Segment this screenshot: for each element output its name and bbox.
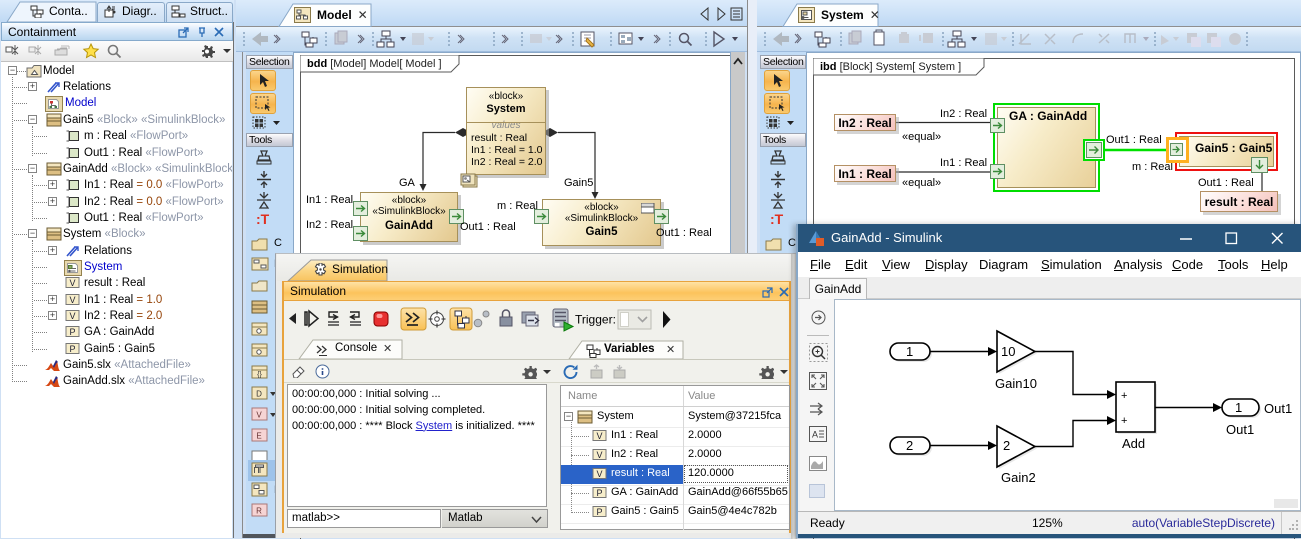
svg-text:V: V [596,469,602,479]
svg-text:A: A [812,430,818,440]
svg-text:Out1: Out1 [1226,422,1254,437]
svg-text:V: V [69,295,75,305]
svg-text:Add: Add [1122,436,1145,451]
svg-text:P: P [596,488,602,498]
svg-text:P: P [69,327,75,337]
svg-text:V: V [69,311,75,321]
svg-text:V: V [256,411,262,420]
svg-text:1: 1 [1235,400,1242,415]
svg-text:P: P [69,344,75,354]
svg-text:10: 10 [1001,344,1015,359]
svg-text:Gain2: Gain2 [1001,470,1036,485]
svg-text:2: 2 [906,438,913,453]
svg-text:+: + [1121,390,1127,402]
svg-text:V: V [69,278,75,288]
svg-text:E: E [256,432,261,441]
svg-text:1: 1 [906,344,913,359]
svg-text:{}: {} [257,372,262,379]
svg-text:V: V [596,431,602,441]
svg-text:Trigger:: Trigger: [575,313,616,327]
svg-text:D: D [256,390,262,399]
svg-text:2: 2 [1003,438,1010,453]
svg-text:+: + [1121,415,1127,427]
svg-text:Out1: Out1 [1264,401,1292,416]
svg-text:P: P [596,507,602,517]
svg-text:R: R [256,507,262,516]
svg-text:V: V [596,450,602,460]
svg-text:Gain10: Gain10 [995,376,1037,391]
